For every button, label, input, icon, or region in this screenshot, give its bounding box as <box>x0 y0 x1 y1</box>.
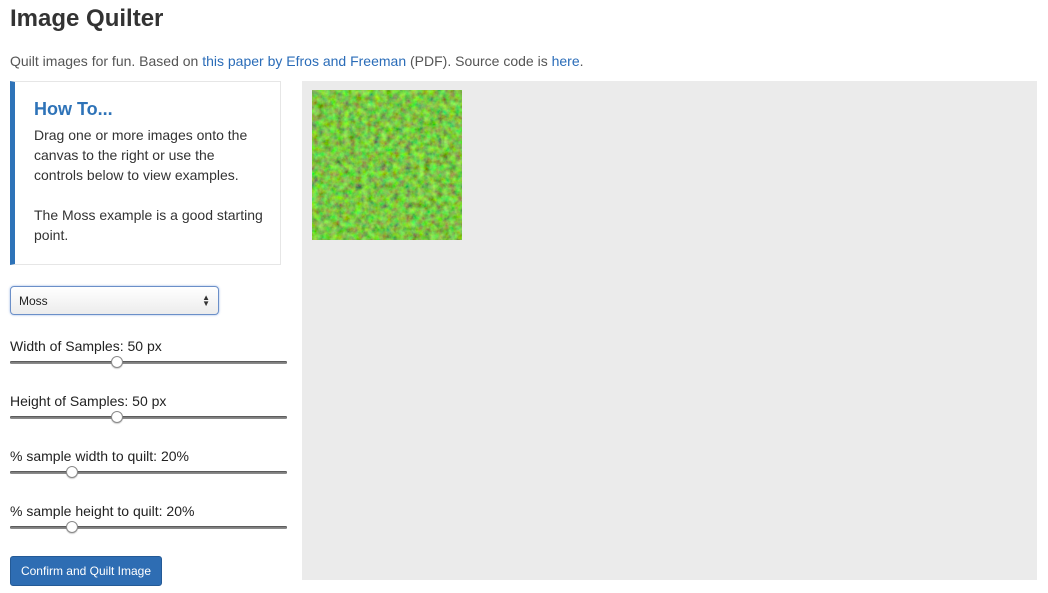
howto-title: How To... <box>34 99 113 119</box>
intro-text: Quilt images for fun. Based on this pape… <box>10 53 584 69</box>
howto-paragraph-1: Drag one or more images onto the canvas … <box>34 127 248 183</box>
sample-width-label: Width of Samples: 50 px <box>10 338 162 354</box>
intro-text-start: Quilt images for fun. Based on <box>10 53 203 69</box>
intro-text-end: . <box>579 53 584 69</box>
confirm-quilt-button[interactable]: Confirm and Quilt Image <box>10 556 162 586</box>
page-title: Image Quilter <box>10 5 164 32</box>
slider-thumb[interactable] <box>110 356 123 368</box>
quilt-width-percent-label: % sample width to quilt: 20% <box>10 448 189 464</box>
example-select-value: Moss <box>19 293 48 308</box>
quilt-canvas[interactable] <box>302 81 1037 580</box>
slider-track <box>10 361 287 364</box>
moss-sample-image <box>312 90 462 240</box>
slider-track <box>10 416 287 419</box>
slider-track <box>10 526 287 529</box>
source-code-link[interactable]: here <box>552 53 580 69</box>
howto-panel: How To... Drag one or more images onto t… <box>10 81 281 265</box>
slider-track <box>10 471 287 474</box>
intro-text-middle: (PDF). Source code is <box>406 53 552 69</box>
howto-paragraph-2: The Moss example is a good starting poin… <box>34 207 263 243</box>
quilt-height-percent-slider[interactable] <box>10 521 287 535</box>
select-arrows-icon: ▲ ▼ <box>202 292 210 308</box>
slider-thumb[interactable] <box>110 411 123 423</box>
quilt-height-percent-label: % sample height to quilt: 20% <box>10 503 195 519</box>
sample-height-slider[interactable] <box>10 411 287 425</box>
slider-thumb[interactable] <box>65 521 78 533</box>
sample-height-label: Height of Samples: 50 px <box>10 393 167 409</box>
sample-width-slider[interactable] <box>10 356 287 370</box>
paper-link[interactable]: this paper by Efros and Freeman <box>202 53 406 69</box>
example-select[interactable]: Moss ▲ ▼ <box>10 286 219 315</box>
slider-thumb[interactable] <box>65 466 78 478</box>
quilt-width-percent-slider[interactable] <box>10 466 287 480</box>
